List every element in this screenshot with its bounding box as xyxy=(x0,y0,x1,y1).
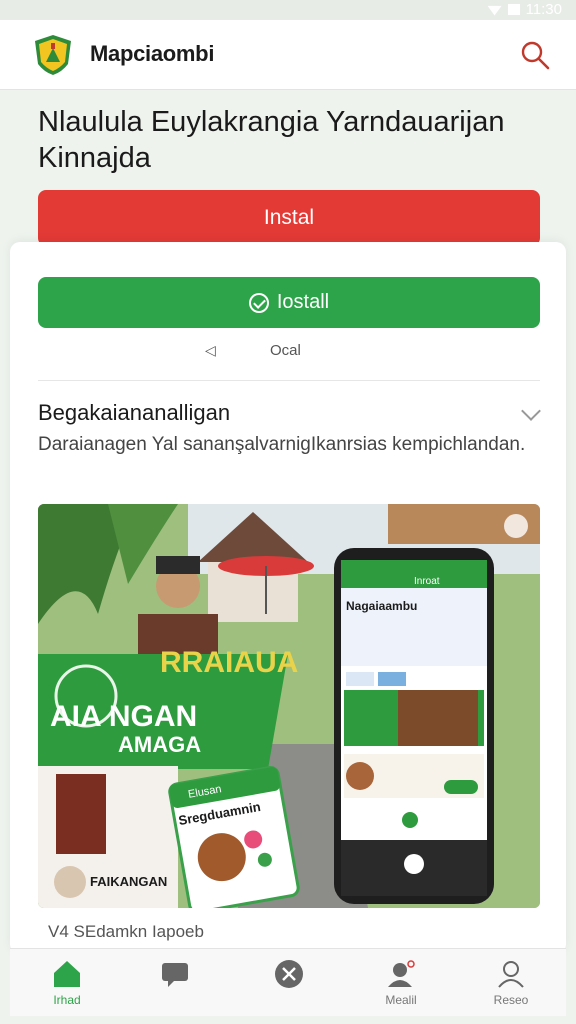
nav-item-home[interactable]: Irhad xyxy=(22,959,112,1011)
section-title: Begakaiananalligan xyxy=(38,400,231,425)
banner-tagline-2: AMAGA xyxy=(118,732,202,757)
banner-headline: RRAIAUA xyxy=(160,646,299,679)
nav-item-account[interactable]: Mealil xyxy=(356,959,446,1011)
app-detail-card: Iostall ◁ Ocal Begakaiananalligan Daraia… xyxy=(10,242,566,954)
search-icon[interactable] xyxy=(520,40,550,70)
meta-text: Ocal xyxy=(270,342,301,359)
page-title: Nlaulula Euylakrangia Yarndauarijan Kinn… xyxy=(38,106,505,174)
meta-row: ◁ Ocal xyxy=(10,340,566,364)
home-icon xyxy=(54,961,80,987)
app-name: Mapciaombi xyxy=(90,41,215,66)
nav-label-home: Irhad xyxy=(53,993,81,1007)
chevron-down-icon[interactable] xyxy=(521,401,541,421)
install-button-secondary[interactable]: Iostall xyxy=(38,277,540,328)
promo-banner[interactable]: RRAIAUA AIA NGAN AMAGA Inroat Nagaiaambu… xyxy=(38,504,540,908)
chat-icon xyxy=(162,963,188,987)
nav-item-close[interactable] xyxy=(244,959,334,1011)
speaker-icon: ◁ xyxy=(205,342,216,358)
app-header: Mapciaombi xyxy=(0,20,576,90)
profile-label: FAIKANGAN xyxy=(90,874,168,889)
nav-label-account: Mealil xyxy=(385,993,417,1007)
install-button-primary[interactable]: Instal xyxy=(38,190,540,246)
battery-icon xyxy=(507,4,520,15)
shield-logo-icon xyxy=(35,35,71,75)
status-time: 11:30 xyxy=(525,1,562,18)
install-secondary-label: Iostall xyxy=(276,291,330,313)
bottom-nav: Irhad Mealil Reseo xyxy=(10,948,566,1016)
status-bar: 11:30 xyxy=(0,0,576,20)
account-alert-icon xyxy=(388,960,415,987)
status-indicators: 11:30 xyxy=(487,1,562,18)
wifi-icon xyxy=(487,5,502,16)
divider xyxy=(38,380,540,381)
close-circle-icon xyxy=(275,960,303,988)
nav-label-profile: Reseo xyxy=(493,993,529,1007)
nav-item-profile[interactable]: Reseo xyxy=(466,959,556,1011)
banner-caption: V4 SEdamkn Iapoeb xyxy=(48,922,204,941)
phone-topbar-label: Inroat xyxy=(414,576,440,587)
phone-app-name: Nagaiaambu xyxy=(346,599,418,613)
install-button-label: Instal xyxy=(263,206,315,229)
nav-item-chat[interactable] xyxy=(130,959,220,1011)
section-description: Daraianagen Yal sananşalvarnigIkanrsias … xyxy=(38,434,526,455)
profile-icon xyxy=(498,961,524,988)
banner-tagline-1: AIA NGAN xyxy=(50,700,198,733)
check-circle-icon xyxy=(248,292,269,313)
